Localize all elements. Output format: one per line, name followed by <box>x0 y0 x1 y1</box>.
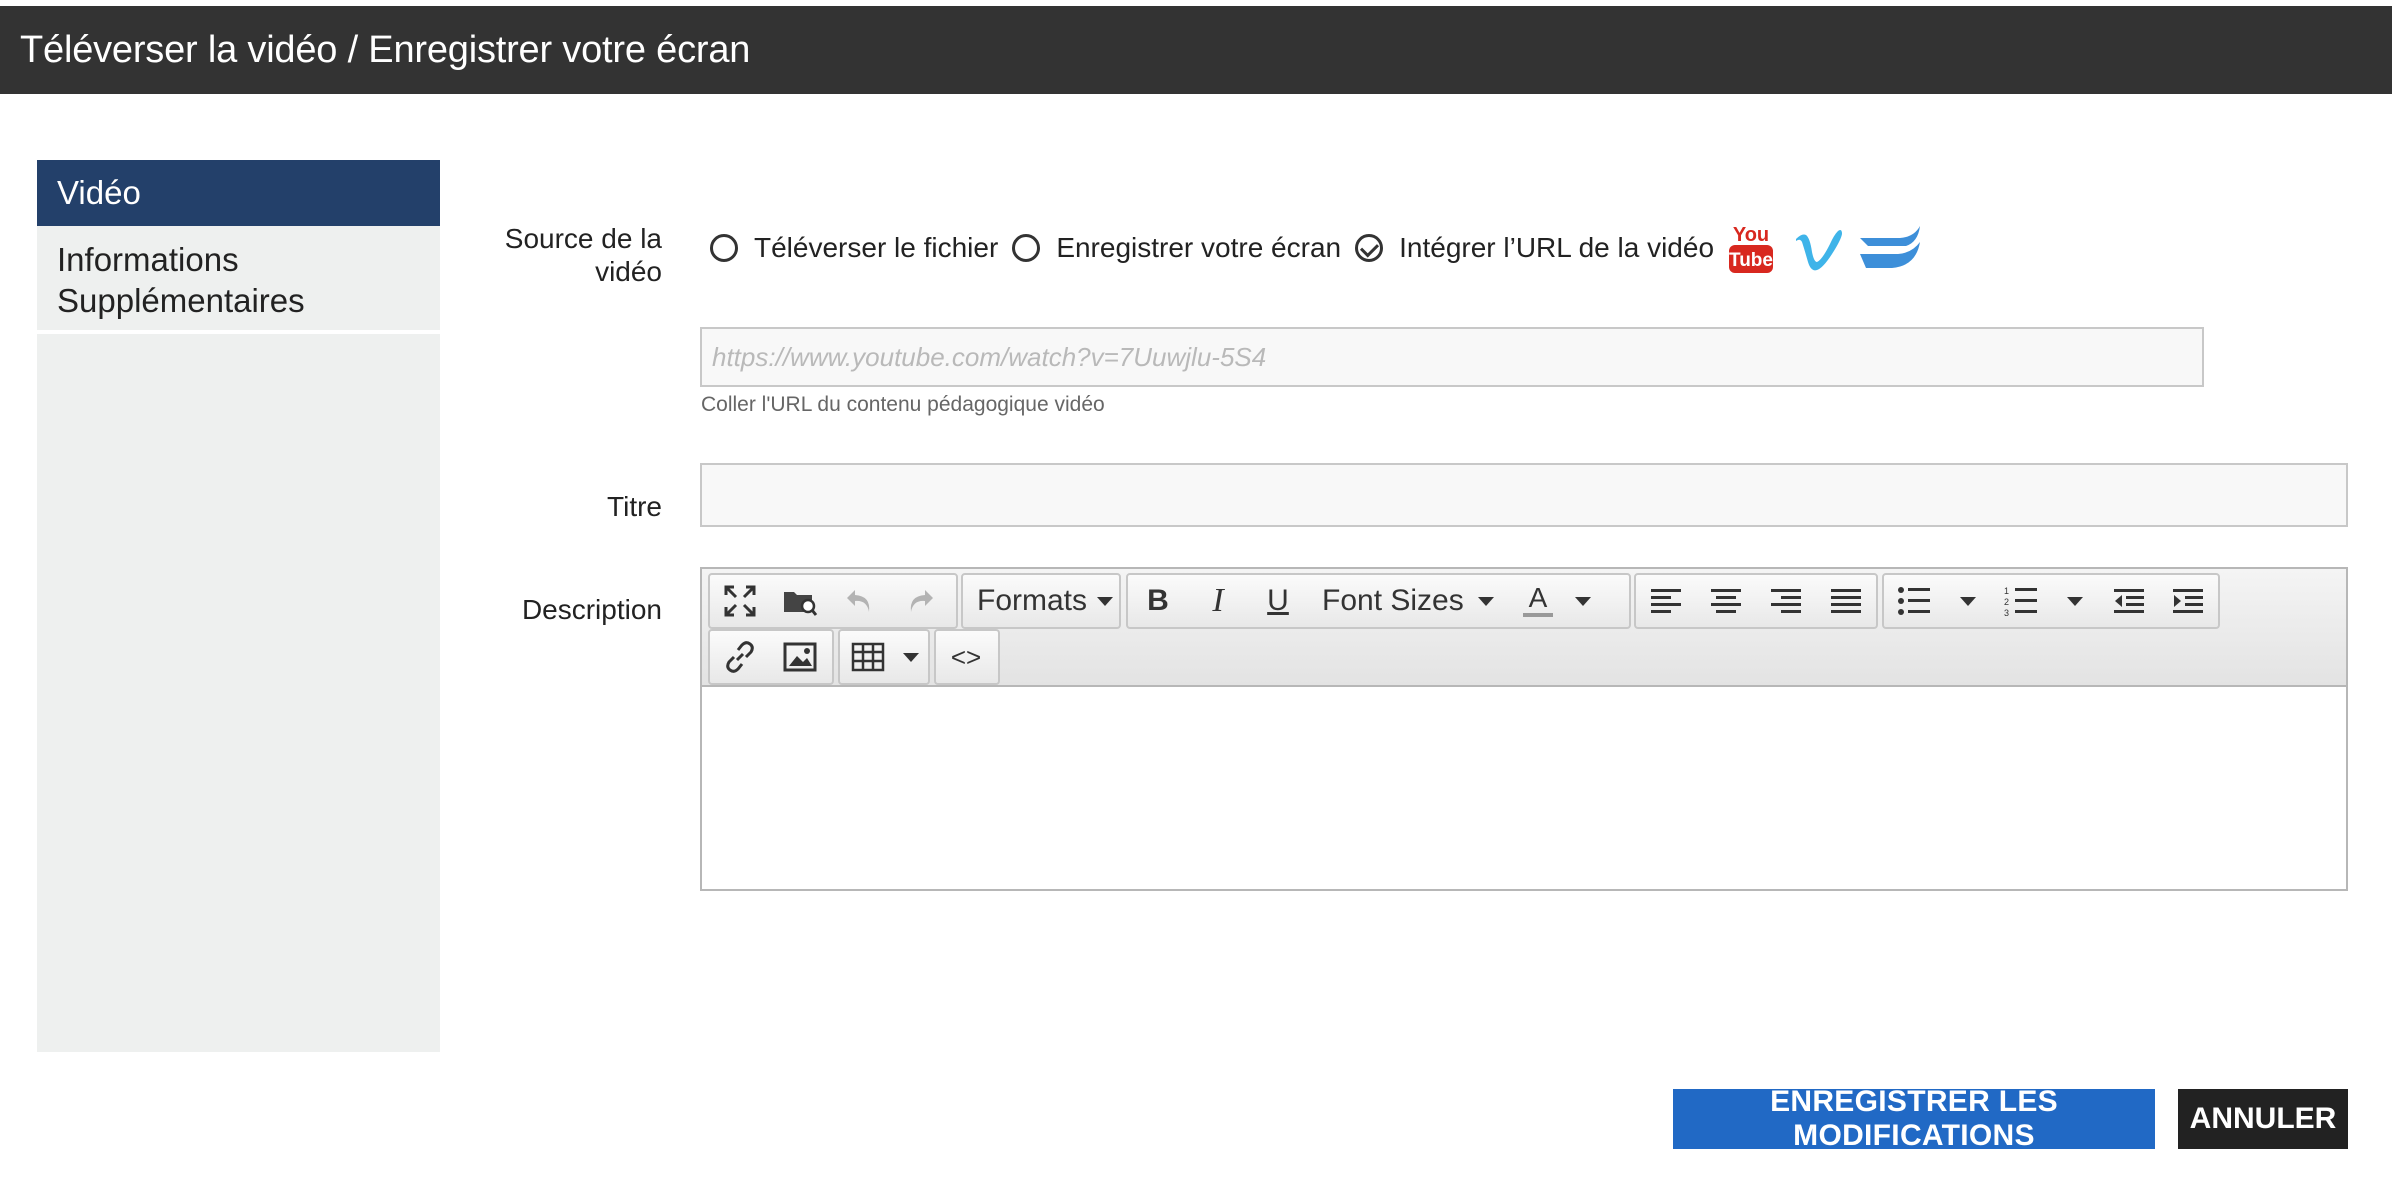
toolbar-group-formats: Formats <box>961 573 1121 629</box>
youtube-logo-top-text: You <box>1733 224 1769 246</box>
align-right-icon[interactable] <box>1756 575 1816 627</box>
redo-icon[interactable] <box>890 575 950 627</box>
svg-text:3: 3 <box>2004 608 2009 616</box>
italic-button[interactable]: I <box>1188 575 1248 627</box>
description-editor: Formats B I U Font Sizes A 1 2 3 <> <box>700 567 2348 891</box>
title-label: Titre <box>607 491 662 522</box>
dialog-title-bar: Téléverser la vidéo / Enregistrer votre … <box>0 6 2392 94</box>
toolbar-group-insert <box>708 629 834 685</box>
italic-icon: I <box>1212 582 1224 619</box>
underline-button[interactable]: U <box>1248 575 1308 627</box>
youtube-logo-bottom-text: Tube <box>1729 250 1773 271</box>
radio-upload-file-label[interactable]: Téléverser le fichier <box>754 232 998 264</box>
font-sizes-dropdown[interactable]: Font Sizes <box>1308 575 1508 627</box>
editor-toolbar: Formats B I U Font Sizes A 1 2 3 <> <box>702 569 2346 687</box>
align-justify-icon[interactable] <box>1816 575 1876 627</box>
source-options: Téléverser le fichier Enregistrer votre … <box>710 218 1924 278</box>
sidebar: Vidéo Informations Supplémentaires <box>37 160 440 1052</box>
svg-text:1: 1 <box>2004 586 2009 596</box>
radio-embed-url-label[interactable]: Intégrer l’URL de la vidéo <box>1399 232 1714 264</box>
source-code-icon: <> <box>950 641 982 672</box>
image-icon[interactable] <box>770 631 830 683</box>
video-url-help: Coller l'URL du contenu pédagogique vidé… <box>701 393 1105 416</box>
underline-icon: U <box>1267 584 1289 617</box>
align-center-icon[interactable] <box>1696 575 1756 627</box>
table-dropdown[interactable] <box>896 631 926 683</box>
fullscreen-icon[interactable] <box>710 575 770 627</box>
indent-icon[interactable] <box>2158 575 2218 627</box>
toolbar-group-text: B I U Font Sizes A <box>1126 573 1631 629</box>
table-icon[interactable] <box>840 631 896 683</box>
outdent-icon[interactable] <box>2099 575 2159 627</box>
youtube-logo: You Tube <box>1729 224 1774 273</box>
file-manager-icon[interactable] <box>770 575 830 627</box>
numbered-list-dropdown[interactable] <box>2051 575 2099 627</box>
chevron-down-icon <box>1959 596 1976 606</box>
source-label: Source de la vidéo <box>504 223 662 287</box>
bold-button[interactable]: B <box>1128 575 1188 627</box>
video-url-input[interactable] <box>700 327 2204 387</box>
bullet-list-icon[interactable] <box>1884 575 1944 627</box>
chevron-down-icon <box>2066 596 2083 606</box>
sidebar-item-label: Informations Supplémentaires <box>57 241 305 319</box>
radio-embed-url[interactable] <box>1355 234 1384 262</box>
radio-record-screen-label[interactable]: Enregistrer votre écran <box>1056 232 1341 264</box>
sidebar-item-label: Vidéo <box>57 174 141 211</box>
text-color-swatch <box>1523 613 1553 617</box>
toolbar-group-lists: 123 <box>1882 573 2220 629</box>
toolbar-group-view <box>708 573 958 629</box>
svg-text:2: 2 <box>2004 597 2009 607</box>
title-input[interactable] <box>700 463 2348 527</box>
align-left-icon[interactable] <box>1636 575 1696 627</box>
description-label: Description <box>521 594 662 625</box>
numbered-list-icon[interactable]: 123 <box>1991 575 2051 627</box>
sidebar-item-video[interactable]: Vidéo <box>37 160 440 226</box>
dialog-title: Téléverser la vidéo / Enregistrer votre … <box>20 28 751 71</box>
description-content-area[interactable] <box>702 687 2346 889</box>
chevron-down-icon <box>903 652 919 662</box>
chevron-down-icon <box>1575 596 1591 606</box>
toolbar-group-align <box>1634 573 1878 629</box>
save-changes-button[interactable]: ENREGISTRER LES MODIFICATIONS <box>1673 1085 2155 1152</box>
radio-record-screen[interactable] <box>1012 234 1041 262</box>
cancel-button[interactable]: ANNULER <box>2178 1089 2348 1149</box>
toolbar-group-code: <> <box>934 629 1000 685</box>
text-color-icon: A <box>1528 582 1548 613</box>
source-code-button[interactable]: <> <box>936 631 996 683</box>
sidebar-item-additional-info[interactable]: Informations Supplémentaires <box>37 230 440 334</box>
text-color-dropdown[interactable] <box>1568 575 1598 627</box>
bullet-list-dropdown[interactable] <box>1944 575 1992 627</box>
font-sizes-label: Font Sizes <box>1322 584 1464 617</box>
wistia-logo <box>1860 226 1921 268</box>
text-color-button[interactable]: A <box>1508 575 1568 627</box>
toolbar-group-table <box>838 629 930 685</box>
link-icon[interactable] <box>710 631 770 683</box>
formats-label: Formats <box>977 584 1088 617</box>
formats-dropdown[interactable]: Formats <box>963 575 1127 627</box>
radio-upload-file[interactable] <box>710 234 738 262</box>
chevron-down-icon <box>1478 596 1494 606</box>
bold-icon: B <box>1147 584 1169 617</box>
undo-icon[interactable] <box>830 575 890 627</box>
chevron-down-icon <box>1097 596 1114 606</box>
vimeo-logo <box>1796 230 1843 271</box>
